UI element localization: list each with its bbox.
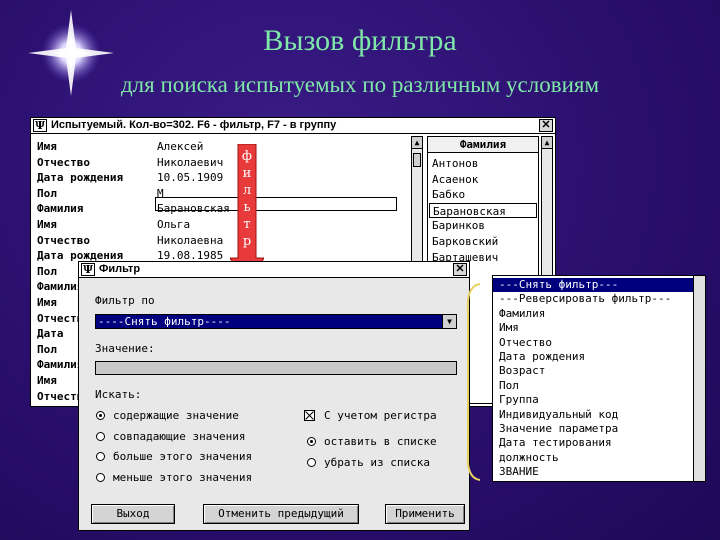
close-icon[interactable]: ✕ <box>453 263 467 276</box>
search-label: Искать: <box>95 388 142 401</box>
list-option-label: оставить в списке <box>324 435 437 448</box>
search-option-label: больше этого значения <box>113 450 253 463</box>
search-option-radio[interactable] <box>96 472 105 482</box>
list-scroll-up-icon[interactable]: ▲ <box>542 137 552 149</box>
filter-dialog-title: Фильтр <box>99 263 141 275</box>
record-value[interactable]: Николаевич <box>155 156 395 169</box>
filter-dialog-titlebar[interactable]: Ψ Фильтр ✕ <box>79 262 469 278</box>
surname-list-item[interactable]: Бабко <box>432 187 465 202</box>
record-value[interactable]: 10.05.1909 <box>155 171 395 184</box>
dropdown-option[interactable]: Возраст <box>493 364 693 378</box>
subjects-window-title: Испытуемый. Кол-во=302. F6 - фильтр, F7 … <box>51 119 337 131</box>
search-option-radio[interactable] <box>96 431 105 441</box>
arrow-letter: т <box>243 217 251 232</box>
close-icon[interactable]: ✕ <box>539 119 553 132</box>
surname-list-item[interactable]: Баринков <box>432 218 485 233</box>
arrow-letter: л <box>242 183 252 198</box>
dropdown-option[interactable]: ---Снять фильтр--- <box>493 278 693 292</box>
record-value[interactable]: Николаевна <box>155 234 395 247</box>
case-label: С учетом регистра <box>324 409 437 422</box>
undo-button[interactable]: Отменить предыдущий <box>203 504 359 524</box>
record-label: Имя <box>37 218 57 231</box>
dropdown-option[interactable]: Дата рождения <box>493 350 693 364</box>
list-option-radio[interactable] <box>307 458 316 467</box>
filter-dialog: Ψ Фильтр ✕ Фильтр по ----Снять фильтр---… <box>78 261 470 531</box>
search-option-label: совпадающие значения <box>113 429 246 443</box>
record-value[interactable]: Ольга <box>155 218 395 231</box>
dropdown-option[interactable]: ЗВАНИЕ <box>493 465 693 479</box>
list-option-label: убрать из списка <box>324 456 430 469</box>
record-label: Отчество <box>37 233 90 247</box>
record-value[interactable]: Алексей <box>155 140 395 153</box>
scroll-thumb[interactable] <box>413 153 421 167</box>
chevron-down-icon[interactable]: ▼ <box>442 315 456 328</box>
dropdown-option[interactable]: ---Реверсировать фильтр--- <box>493 292 693 306</box>
dropdown-option[interactable]: должность <box>493 451 693 465</box>
surname-list-item[interactable]: Барановская <box>429 202 537 218</box>
exit-button[interactable]: Выход <box>91 504 175 524</box>
search-option-radio[interactable] <box>96 411 105 420</box>
dropdown-option[interactable]: Фамилия <box>493 307 693 321</box>
subjects-window-titlebar[interactable]: Ψ Испытуемый. Кол-во=302. F6 - фильтр, F… <box>31 118 555 134</box>
surname-list-header: Фамилия <box>428 137 538 153</box>
filter-field-dropdown: ---Снять фильтр--- ---Реверсировать фильт… <box>492 275 706 482</box>
record-label: Отчество <box>37 155 90 169</box>
psi-icon[interactable]: Ψ <box>81 263 95 276</box>
record-label: Дата рождения <box>37 171 124 185</box>
record-label: Пол <box>37 186 57 200</box>
dropdown-option[interactable]: Дата тестирования <box>493 436 693 450</box>
slide-title: Вызов фильтра <box>263 24 457 57</box>
record-label: Имя <box>37 140 57 153</box>
current-field-highlight <box>155 197 397 211</box>
value-label: Значение: <box>95 342 155 355</box>
arrow-letter: ь <box>243 200 251 215</box>
filter-by-label: Фильтр по <box>95 294 155 307</box>
value-input[interactable] <box>95 361 457 375</box>
search-option-label: содержащие значение <box>113 409 239 422</box>
case-checkbox[interactable] <box>304 410 315 421</box>
search-option-radio[interactable] <box>96 452 105 461</box>
filter-by-value: ----Снять фильтр---- <box>96 315 442 328</box>
psi-icon[interactable]: Ψ <box>33 119 47 132</box>
surname-list-item[interactable]: Антонов <box>432 156 478 171</box>
dropdown-option[interactable]: Значение параметра <box>493 422 693 436</box>
surname-list-item[interactable]: Асаенок <box>432 172 478 187</box>
slide-subtitle: для поиска испытуемых по различным услов… <box>120 72 600 97</box>
dropdown-scrollbar[interactable] <box>693 276 705 481</box>
arrow-letter: ф <box>241 149 253 164</box>
bracket-connector <box>466 283 481 481</box>
dropdown-option[interactable]: Индивидуальный код <box>493 408 693 422</box>
dropdown-option[interactable]: Отчество <box>493 336 693 350</box>
arrow-letter: р <box>242 234 252 249</box>
dropdown-option[interactable]: Пол <box>493 379 693 393</box>
arrow-letter: и <box>242 166 252 181</box>
record-label: Фамилия <box>37 202 84 216</box>
scroll-up-icon[interactable]: ▲ <box>412 137 422 149</box>
search-option-label: меньше этого значения <box>113 470 253 484</box>
apply-button[interactable]: Применить <box>385 504 465 524</box>
surname-list-item[interactable]: Барковский <box>432 234 498 249</box>
filter-by-select[interactable]: ----Снять фильтр---- ▼ <box>95 314 457 329</box>
dropdown-option[interactable]: Группа <box>493 393 693 407</box>
dropdown-option[interactable]: Имя <box>493 321 693 335</box>
list-option-radio[interactable] <box>307 437 316 446</box>
